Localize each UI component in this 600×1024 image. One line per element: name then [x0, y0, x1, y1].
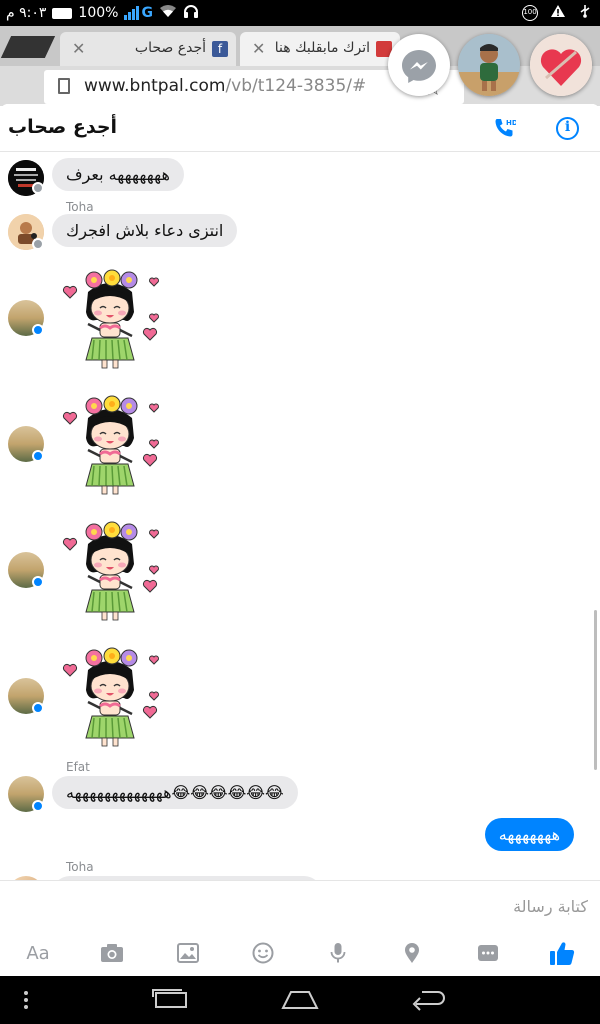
sender-name: Toha	[66, 200, 94, 214]
hd-call-icon[interactable]: HD	[492, 116, 518, 140]
tab-label: أجدع صحاب	[134, 40, 206, 56]
page-icon	[58, 78, 70, 94]
scrollbar[interactable]	[594, 610, 597, 770]
close-icon[interactable]: ✕	[252, 39, 265, 58]
status-right: 100	[522, 4, 592, 22]
screen: ٩:٠٣ م 100% G 100 ✕ أجدع صحاب f ✕ اترك م…	[0, 0, 600, 1024]
messenger-chathead[interactable]	[388, 34, 450, 96]
messenger-badge-icon	[32, 182, 44, 194]
chat-header: أجدع صحاب HD i	[0, 104, 600, 152]
sender-name: Efat	[66, 760, 90, 774]
signal-icon	[124, 6, 140, 20]
girl-flower-sticker[interactable]	[60, 520, 160, 624]
message-list: هههههههه بعرف Toha انتزى دعاء بلاش افجرك	[0, 152, 600, 880]
heart-avatar	[530, 34, 592, 96]
status-bar: ٩:٠٣ م 100% G 100	[0, 0, 600, 26]
chat-title[interactable]: أجدع صحاب	[8, 116, 117, 138]
chat-panel: أجدع صحاب HD i هههههههه بعرف Toha انتزى …	[0, 104, 600, 976]
notification-count-icon: 100	[522, 5, 538, 21]
camera-icon[interactable]	[98, 939, 126, 967]
info-icon[interactable]: i	[556, 117, 579, 140]
microphone-icon[interactable]	[324, 939, 352, 967]
svg-text:HD: HD	[506, 119, 516, 127]
messenger-icon	[402, 50, 436, 83]
clock: ٩:٠٣ م	[6, 5, 47, 21]
composer: Aa	[0, 880, 600, 976]
headphones-icon	[183, 4, 199, 22]
tab-label: اترك مابقلبك هنا	[274, 40, 370, 56]
messenger-badge-icon	[32, 238, 44, 250]
wifi-icon	[159, 4, 177, 22]
close-icon[interactable]: ✕	[72, 39, 85, 58]
girl-flower-sticker[interactable]	[60, 646, 160, 750]
tab-switcher[interactable]	[0, 36, 56, 58]
url-host: www.bntpal.com	[84, 76, 226, 96]
composer-toolbar: Aa	[0, 937, 600, 969]
warning-icon	[550, 4, 566, 22]
url-path: /vb/t124-3835/#	[225, 76, 367, 96]
facebook-icon: f	[212, 41, 228, 57]
tab-1[interactable]: ✕ أجدع صحاب f	[60, 32, 236, 66]
message-input[interactable]	[28, 893, 588, 919]
menu-icon[interactable]	[12, 986, 52, 1014]
messenger-badge-icon	[32, 324, 44, 336]
messenger-badge-icon	[32, 576, 44, 588]
girl-flower-sticker[interactable]	[60, 268, 160, 372]
message-bubble[interactable]: هههههههههههههه😂😂😂😂😂😂	[52, 776, 298, 809]
like-icon[interactable]	[548, 939, 576, 967]
battery-icon	[52, 7, 73, 19]
text-format-icon[interactable]: Aa	[24, 939, 52, 967]
messenger-badge-icon	[32, 800, 44, 812]
messenger-badge-icon	[32, 702, 44, 714]
gallery-icon[interactable]	[174, 939, 202, 967]
status-left: ٩:٠٣ م 100% G	[6, 4, 199, 22]
more-icon[interactable]	[474, 939, 502, 967]
sender-name: Toha	[66, 860, 94, 874]
location-icon[interactable]	[398, 939, 426, 967]
heart-chathead[interactable]	[530, 34, 592, 96]
message-bubble[interactable]: انتزى دعاء بلاش افجرك	[52, 214, 238, 247]
emoji-icon[interactable]	[249, 939, 277, 967]
girl-flower-sticker[interactable]	[60, 394, 160, 498]
battery-percent: 100%	[78, 5, 119, 21]
home-icon[interactable]	[280, 986, 320, 1014]
usb-icon	[578, 4, 592, 22]
my-message-bubble[interactable]: هههههههه	[484, 818, 574, 851]
network-type: G	[141, 5, 153, 21]
message-bubble[interactable]: هههههههه بعرف	[52, 158, 184, 191]
person-avatar	[458, 34, 520, 96]
back-icon[interactable]	[408, 986, 448, 1014]
recent-apps-icon[interactable]	[150, 986, 190, 1014]
messenger-badge-icon	[32, 450, 44, 462]
tab-2[interactable]: ✕ اترك مابقلبك هنا	[240, 32, 400, 66]
navigation-bar	[0, 976, 600, 1024]
person-chathead[interactable]	[458, 34, 520, 96]
